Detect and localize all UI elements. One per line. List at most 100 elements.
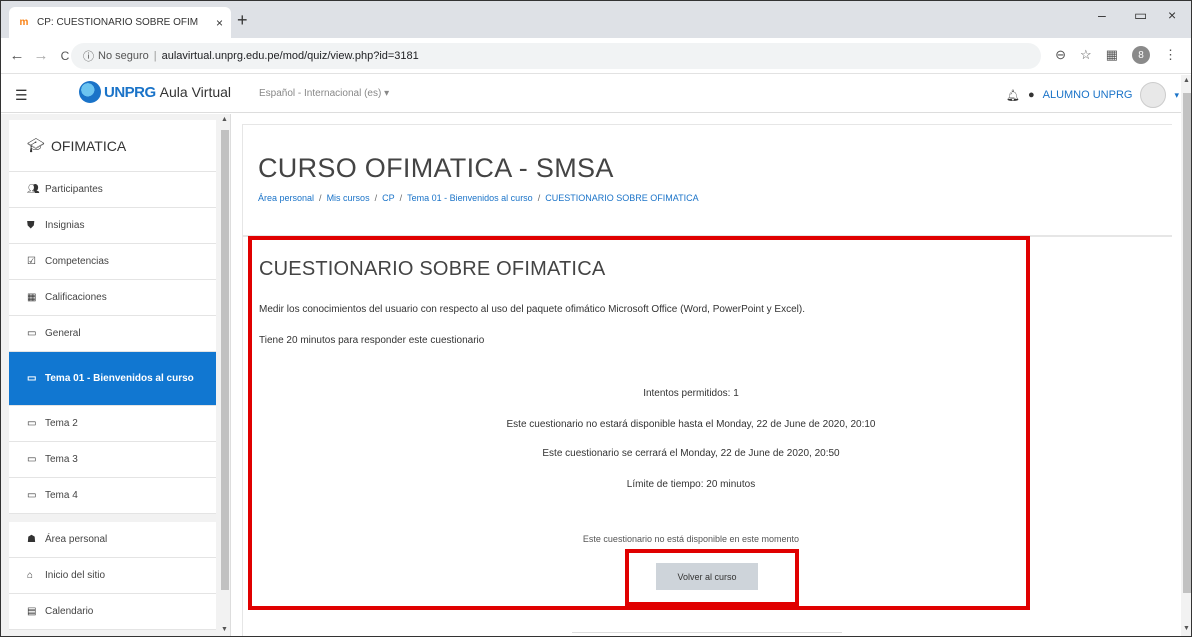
page-scrollbar[interactable]: ▲ ▼ bbox=[1181, 75, 1191, 636]
moodle-favicon-icon: m bbox=[19, 17, 29, 28]
sidebar-item-label: Calificaciones bbox=[45, 292, 107, 303]
bookmark-star-icon[interactable]: ☆ bbox=[1080, 47, 1092, 63]
folder-icon: ▭ bbox=[27, 373, 37, 384]
breadcrumb-separator: / bbox=[319, 193, 322, 203]
quiz-title: CUESTIONARIO SOBRE OFIMATICA bbox=[259, 258, 606, 280]
hamburger-menu-icon[interactable]: ☰ bbox=[15, 87, 28, 104]
site-navbar: ☰ UNPRG Aula Virtual Español - Internaci… bbox=[1, 75, 1191, 113]
course-title: CURSO OFIMATICA - SMSA bbox=[258, 153, 614, 183]
browser-toolbar-icons: ⊖ ☆ ▦ 8 ⋮ bbox=[1055, 46, 1177, 64]
forward-button[interactable]: → bbox=[29, 47, 53, 64]
breadcrumb-item[interactable]: CP bbox=[382, 193, 395, 203]
participants-icon: 👥︎ bbox=[27, 184, 40, 195]
folder-icon: ▭ bbox=[27, 490, 37, 501]
sidebar-item-label: Tema 4 bbox=[45, 490, 78, 501]
breadcrumb-item[interactable]: CUESTIONARIO SOBRE OFIMATICA bbox=[545, 193, 698, 203]
user-avatar[interactable] bbox=[1140, 82, 1167, 108]
drawer-section-gap bbox=[9, 514, 216, 522]
folder-icon: ▭ bbox=[27, 418, 37, 429]
url-field[interactable]: ⓘ No seguro | aulavirtual.unprg.edu.pe/m… bbox=[71, 43, 1041, 69]
user-name[interactable]: ALUMNO UNPRG bbox=[1043, 89, 1133, 101]
grades-icon: ▦ bbox=[27, 292, 37, 303]
sidebar-item-participants[interactable]: 👥︎ Participantes bbox=[9, 172, 216, 208]
info-icon[interactable]: ⓘ bbox=[83, 48, 94, 64]
sidebar-item-competencies[interactable]: ☑ Competencias bbox=[9, 244, 216, 280]
sidebar-item-label: Tema 3 bbox=[45, 454, 78, 465]
scroll-up-icon[interactable]: ▲ bbox=[1183, 77, 1190, 84]
minimize-button[interactable]: – bbox=[1098, 7, 1106, 23]
url-text: aulavirtual.unprg.edu.pe/mod/quiz/view.p… bbox=[161, 50, 419, 62]
maximize-button[interactable]: ▭ bbox=[1134, 7, 1147, 24]
sidebar-item-label: Área personal bbox=[45, 534, 108, 545]
nav-drawer: 🎓︎ OFIMATICA 👥︎ Participantes ⛊ Insignia… bbox=[1, 114, 231, 636]
page-scroll-thumb[interactable] bbox=[1183, 93, 1191, 593]
unprg-logo-icon bbox=[79, 81, 101, 103]
scroll-up-icon[interactable]: ▲ bbox=[221, 116, 228, 123]
browser-menu-icon[interactable]: ⋮ bbox=[1164, 47, 1177, 63]
sidebar-item-tema-3[interactable]: ▭ Tema 3 bbox=[9, 442, 216, 478]
quiz-unavailable-note: Este cuestionario no está disponible en … bbox=[582, 534, 800, 544]
tab-close-icon[interactable]: × bbox=[216, 16, 223, 30]
user-area: 🔔︎ ● ALUMNO UNPRG ▾ bbox=[1006, 82, 1179, 108]
breadcrumb-separator: / bbox=[399, 193, 403, 203]
sidebar-item-tema-2[interactable]: ▭ Tema 2 bbox=[9, 406, 216, 442]
breadcrumb-separator: / bbox=[374, 193, 378, 203]
calendar-icon: ▤ bbox=[27, 606, 37, 617]
tab-title: CP: CUESTIONARIO SOBRE OFIM bbox=[37, 17, 199, 28]
sidebar-item-dashboard[interactable]: ☗ Área personal bbox=[9, 522, 216, 558]
sidebar-item-label: Tema 01 - Bienvenidos al curso bbox=[45, 373, 194, 384]
sidebar-item-label: Tema 2 bbox=[45, 418, 78, 429]
sidebar-item-site-home[interactable]: ⌂ Inicio del sitio bbox=[9, 558, 216, 594]
close-window-button[interactable]: × bbox=[1168, 7, 1176, 23]
drawer-course-link[interactable]: 🎓︎ OFIMATICA bbox=[9, 120, 216, 172]
sidebar-item-calendar[interactable]: ▤ Calendario bbox=[9, 594, 216, 630]
extensions-grid-icon[interactable]: ▦ bbox=[1106, 47, 1118, 63]
new-tab-button[interactable]: + bbox=[237, 10, 248, 31]
notification-bell-icon[interactable]: 🔔︎ bbox=[1006, 89, 1020, 102]
folder-icon: ▭ bbox=[27, 328, 37, 339]
breadcrumb: Área personal / Mis cursos / CP / Tema 0… bbox=[258, 193, 699, 203]
sidebar-item-tema-4[interactable]: ▭ Tema 4 bbox=[9, 478, 216, 514]
site-brand[interactable]: UNPRG Aula Virtual bbox=[79, 81, 231, 103]
sidebar-item-label: Insignias bbox=[45, 220, 85, 231]
security-label: No seguro bbox=[98, 50, 149, 62]
tab-strip: m CP: CUESTIONARIO SOBRE OFIM × + – ▭ × bbox=[1, 1, 1191, 38]
address-bar-row: ← → C ⓘ No seguro | aulavirtual.unprg.ed… bbox=[1, 38, 1191, 74]
breadcrumb-item[interactable]: Tema 01 - Bienvenidos al curso bbox=[407, 193, 533, 203]
quiz-open-date: Este cuestionario no estará disponible h… bbox=[506, 419, 876, 430]
brand-name: UNPRG bbox=[104, 83, 156, 101]
sidebar-item-general[interactable]: ▭ General bbox=[9, 316, 216, 352]
dashboard-icon: ☗ bbox=[27, 534, 36, 545]
drawer-scroll-thumb[interactable] bbox=[221, 130, 229, 590]
back-button[interactable]: ← bbox=[5, 47, 29, 64]
quiz-close-date: Este cuestionario se cerrará el Monday, … bbox=[542, 448, 840, 459]
scroll-down-icon[interactable]: ▼ bbox=[221, 626, 228, 633]
sidebar-item-label: Competencias bbox=[45, 256, 109, 267]
folder-icon: ▭ bbox=[27, 454, 37, 465]
badge-icon: ⛊ bbox=[27, 220, 35, 231]
breadcrumb-separator: / bbox=[537, 193, 541, 203]
browser-window: m CP: CUESTIONARIO SOBRE OFIM × + – ▭ × … bbox=[0, 0, 1192, 637]
competencies-icon: ☑ bbox=[27, 256, 36, 267]
back-to-course-button[interactable]: Volver al curso bbox=[656, 563, 758, 590]
breadcrumb-item[interactable]: Área personal bbox=[258, 193, 314, 203]
quiz-time-limit: Límite de tiempo: 20 minutos bbox=[626, 479, 756, 490]
sidebar-item-label: Participantes bbox=[45, 184, 103, 195]
scroll-down-icon[interactable]: ▼ bbox=[1183, 625, 1190, 632]
language-selector[interactable]: Español - Internacional (es) ▾ bbox=[259, 88, 389, 99]
quiz-time-note: Tiene 20 minutos para responder este cue… bbox=[259, 335, 485, 346]
drawer-scrollbar[interactable]: ▲ ▼ bbox=[219, 114, 230, 636]
zoom-icon[interactable]: ⊖ bbox=[1055, 47, 1066, 63]
sidebar-item-grades[interactable]: ▦ Calificaciones bbox=[9, 280, 216, 316]
home-icon: ⌂ bbox=[27, 570, 34, 581]
browser-tab[interactable]: m CP: CUESTIONARIO SOBRE OFIM × bbox=[9, 7, 231, 38]
sidebar-item-tema-01[interactable]: ▭ Tema 01 - Bienvenidos al curso bbox=[9, 352, 216, 406]
card-divider bbox=[572, 632, 842, 636]
chevron-down-icon[interactable]: ▾ bbox=[1174, 90, 1179, 101]
breadcrumb-item[interactable]: Mis cursos bbox=[327, 193, 370, 203]
profile-avatar[interactable]: 8 bbox=[1132, 46, 1150, 64]
sidebar-item-label: Inicio del sitio bbox=[45, 570, 106, 581]
sidebar-item-badges[interactable]: ⛊ Insignias bbox=[9, 208, 216, 244]
messages-icon[interactable]: ● bbox=[1028, 89, 1035, 101]
quiz-attempts: Intentos permitidos: 1 bbox=[643, 388, 739, 399]
